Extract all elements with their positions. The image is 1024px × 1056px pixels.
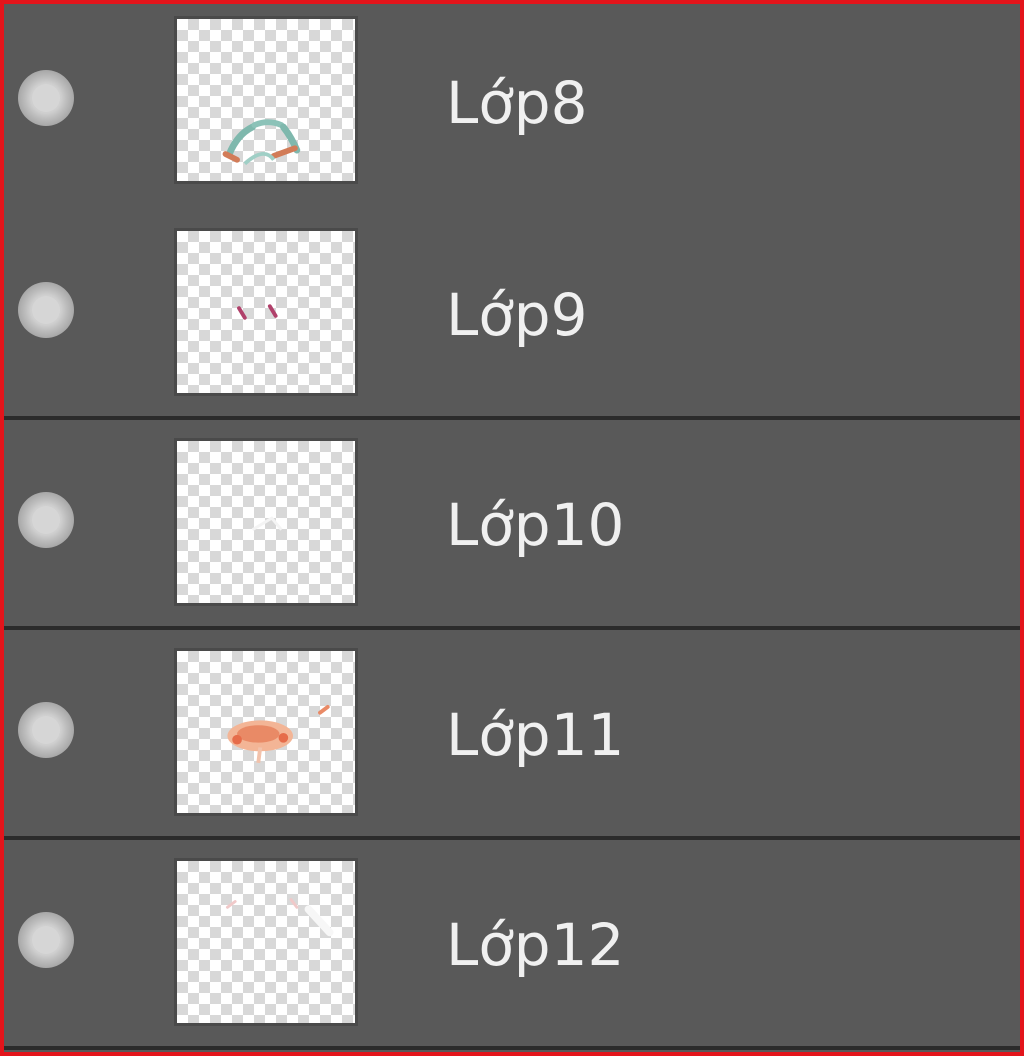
visibility-toggle-icon[interactable] bbox=[18, 702, 74, 758]
layer-name[interactable]: Lớp8 bbox=[446, 68, 588, 138]
light-marks-art-icon bbox=[225, 898, 334, 937]
orange-shape-art-icon bbox=[227, 705, 330, 764]
layers-panel-frame: Lớp8 Lớp9 Lớp10 Lớp11 Lớp12 bbox=[0, 0, 1024, 1056]
layer-name[interactable]: Lớp12 bbox=[446, 910, 624, 980]
layer-row-8[interactable]: Lớp8 bbox=[4, 4, 1020, 214]
layer-name[interactable]: Lớp9 bbox=[446, 280, 588, 350]
layer-name[interactable]: Lớp11 bbox=[446, 700, 624, 770]
small-marks-art-icon bbox=[237, 304, 278, 320]
layer-thumbnail[interactable] bbox=[174, 858, 358, 1026]
layer-name[interactable]: Lớp10 bbox=[446, 490, 624, 560]
layer-thumbnail[interactable] bbox=[174, 228, 358, 396]
faint-mark-art-icon bbox=[251, 516, 283, 531]
layer-thumbnail[interactable] bbox=[174, 648, 358, 816]
layer-row-10[interactable]: Lớp10 bbox=[4, 420, 1020, 630]
visibility-toggle-icon[interactable] bbox=[18, 70, 74, 126]
layer-row-9[interactable]: Lớp9 bbox=[4, 210, 1020, 420]
layer-row-11[interactable]: Lớp11 bbox=[4, 630, 1020, 840]
visibility-toggle-icon[interactable] bbox=[18, 282, 74, 338]
visibility-toggle-icon[interactable] bbox=[18, 492, 74, 548]
visibility-toggle-icon[interactable] bbox=[18, 912, 74, 968]
layer-thumbnail[interactable] bbox=[174, 16, 358, 184]
layer-row-12[interactable]: Lớp12 bbox=[4, 840, 1020, 1050]
layers-list: Lớp8 Lớp9 Lớp10 Lớp11 Lớp12 bbox=[4, 4, 1020, 1052]
arrow-curve-art-icon bbox=[222, 119, 301, 166]
layer-thumbnail[interactable] bbox=[174, 438, 358, 606]
